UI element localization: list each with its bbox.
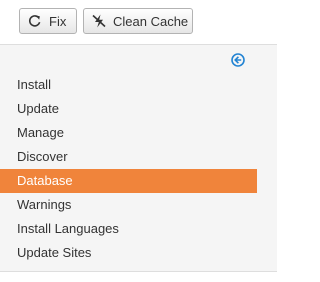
refresh-icon — [28, 14, 42, 28]
panel-edge — [300, 44, 320, 272]
fix-button[interactable]: Fix — [19, 8, 77, 34]
sidebar-item-manage[interactable]: Manage — [0, 121, 257, 145]
sidebar-item-warnings[interactable]: Warnings — [0, 193, 257, 217]
sidebar-item-update[interactable]: Update — [0, 97, 257, 121]
submenu: Install Update Manage Discover Database … — [0, 73, 257, 265]
arrow-left-circle-icon[interactable] — [231, 53, 245, 67]
sidebar-item-database[interactable]: Database — [0, 169, 257, 193]
clean-cache-button-label: Clean Cache — [113, 13, 189, 29]
fix-button-label: Fix — [49, 13, 67, 29]
sidebar-item-install[interactable]: Install — [0, 73, 257, 97]
lightning-off-icon — [92, 14, 106, 28]
sidebar-item-install-languages[interactable]: Install Languages — [0, 217, 257, 241]
toolbar: Fix Clean Cache — [19, 8, 193, 34]
sidebar: Install Update Manage Discover Database … — [0, 44, 277, 272]
clean-cache-button[interactable]: Clean Cache — [83, 8, 193, 34]
sidebar-item-discover[interactable]: Discover — [0, 145, 257, 169]
sidebar-item-update-sites[interactable]: Update Sites — [0, 241, 257, 265]
